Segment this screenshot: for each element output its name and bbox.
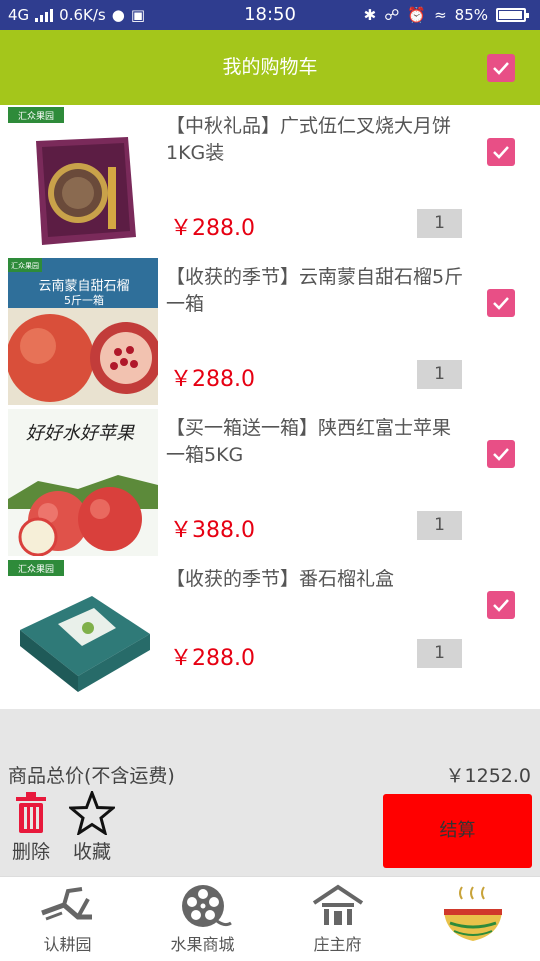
product-image-mooncake[interactable]: 汇众果园 (8, 107, 158, 254)
cart-header: 我的购物车 (0, 30, 540, 105)
vibrate-icon: ☍ (384, 6, 400, 24)
item-price: ￥288.0 (170, 216, 255, 241)
tab-renggengyuan[interactable]: 认耕园 (0, 877, 135, 961)
favorite-label: 收藏 (72, 841, 111, 863)
checkout-button[interactable]: 结算 (383, 794, 532, 868)
page-title: 我的购物车 (222, 56, 318, 78)
alarm-icon: ⏰ (407, 6, 427, 24)
cart-item[interactable]: 汇众果园 云南蒙自甜石榴 5斤一箱 【收获的季节】云南蒙自甜石榴5斤一箱 ￥28… (0, 256, 540, 407)
total-label: 商品总价(不含运费) (8, 765, 175, 787)
item-checkbox[interactable] (487, 138, 515, 166)
item-price: ￥288.0 (170, 646, 255, 671)
tab-label: 认耕园 (43, 935, 92, 954)
logo-bowl-icon (443, 886, 502, 941)
select-all-checkbox[interactable] (487, 54, 515, 82)
house-icon (312, 884, 363, 925)
status-right: ✱ ☍ ⏰ ≈ 85% (363, 0, 529, 30)
brand-logo-text: 汇众果园 (11, 262, 39, 270)
item-checkbox[interactable] (487, 289, 515, 317)
quantity-field[interactable]: 1 (417, 360, 462, 389)
cart-item[interactable]: 汇众果园 【收获的季节】番石榴礼盒 ￥288.0 1 (0, 558, 540, 709)
check-icon (493, 146, 509, 159)
item-title[interactable]: 【收获的季节】番石榴礼盒 (166, 566, 466, 593)
bluetooth-icon: ✱ (363, 6, 377, 24)
pomegranate-banner-text: 云南蒙自甜石榴 (38, 278, 129, 294)
battery-icon (496, 8, 529, 22)
total-value: ￥1252.0 (445, 765, 531, 787)
item-checkbox[interactable] (487, 440, 515, 468)
cart-item[interactable]: 好好水好苹果 【买一箱送一箱】陕西红富士苹果 一箱5KG ￥388.0 1 (0, 407, 540, 558)
tab-zhuangzhufu[interactable]: 庄主府 (270, 877, 405, 961)
item-title[interactable]: 【中秋礼品】广式伍仁叉烧大月饼 1KG装 (166, 113, 466, 167)
check-icon (493, 448, 509, 461)
item-price: ￥388.0 (170, 518, 255, 543)
apple-banner-text: 好好水好苹果 (26, 423, 135, 444)
pomegranate-sub-text: 5斤一箱 (64, 293, 104, 307)
trash-icon (16, 792, 46, 833)
item-checkbox[interactable] (487, 591, 515, 619)
quantity-field[interactable]: 1 (417, 639, 462, 668)
tab-logo[interactable] (405, 877, 540, 961)
plow-icon (40, 887, 92, 921)
tab-label: 庄主府 (313, 935, 362, 954)
bottom-tab-bar: 认耕园 水果商城 庄主府 (0, 876, 540, 960)
item-title[interactable]: 【收获的季节】云南蒙自甜石榴5斤一箱 (166, 264, 466, 318)
tab-label: 水果商城 (170, 935, 235, 954)
delete-label: 删除 (11, 841, 50, 863)
check-icon (493, 599, 509, 612)
cart-summary: 商品总价(不含运费) ￥1252.0 删除 收藏 结算 (0, 709, 540, 876)
product-image-apple[interactable]: 好好水好苹果 (8, 409, 158, 556)
wifi-icon: ≈ (434, 6, 447, 24)
item-price: ￥288.0 (170, 367, 255, 392)
product-image-guava-box[interactable]: 汇众果园 (8, 560, 158, 707)
delete-button[interactable]: 删除 (6, 791, 56, 864)
brand-logo-text: 汇众果园 (18, 564, 54, 575)
status-bar: 4G 0.6K/s ● ▣ 18:50 ✱ ☍ ⏰ ≈ 85% (0, 0, 540, 30)
check-icon (493, 297, 509, 310)
film-reel-icon (181, 885, 232, 927)
favorite-button[interactable]: 收藏 (67, 791, 117, 864)
quantity-field[interactable]: 1 (417, 209, 462, 238)
cart-item[interactable]: 汇众果园 【中秋礼品】广式伍仁叉烧大月饼 1KG装 ￥288.0 1 (0, 105, 540, 256)
item-title[interactable]: 【买一箱送一箱】陕西红富士苹果 一箱5KG (166, 415, 466, 469)
star-icon (69, 791, 115, 835)
brand-logo-text: 汇众果园 (18, 111, 54, 122)
battery-percent: 85% (454, 6, 488, 24)
product-image-pomegranate[interactable]: 汇众果园 云南蒙自甜石榴 5斤一箱 (8, 258, 158, 405)
check-icon (493, 62, 509, 75)
tab-fruit-mall[interactable]: 水果商城 (135, 877, 270, 961)
cart-list: 汇众果园 【中秋礼品】广式伍仁叉烧大月饼 1KG装 ￥288.0 1 汇众果园 (0, 105, 540, 709)
quantity-field[interactable]: 1 (417, 511, 462, 540)
